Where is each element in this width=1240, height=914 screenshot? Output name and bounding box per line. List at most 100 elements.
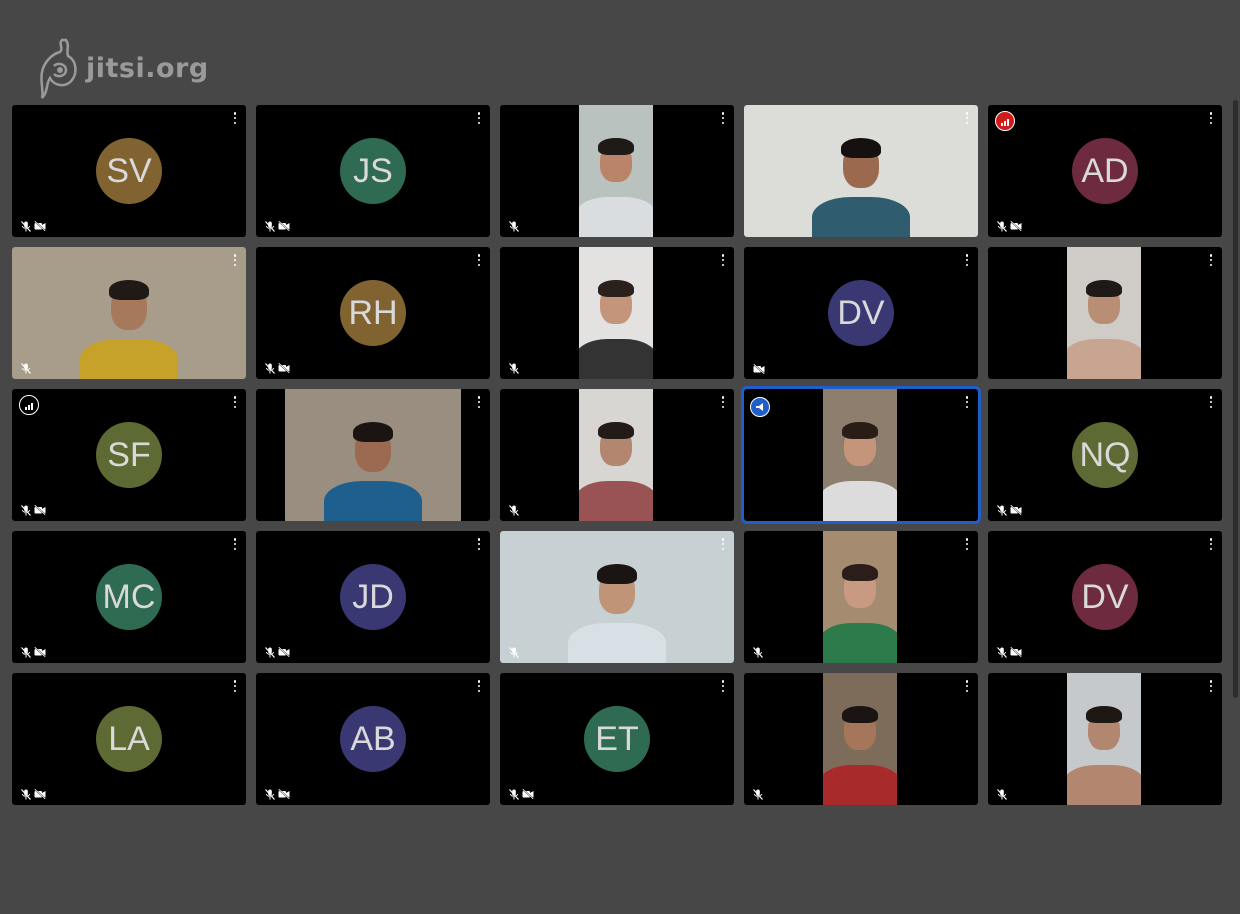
more-options-icon[interactable] [962, 537, 972, 551]
participant-tile[interactable] [744, 673, 978, 805]
more-options-icon[interactable] [230, 253, 240, 267]
more-options-icon[interactable] [474, 395, 484, 409]
connection-indicator-icon[interactable] [995, 111, 1015, 131]
mic-muted-icon [21, 789, 31, 800]
more-options-icon[interactable] [1206, 679, 1216, 693]
connection-indicator-icon[interactable] [19, 395, 39, 415]
more-options-icon[interactable] [718, 679, 728, 693]
participant-tile[interactable] [744, 105, 978, 237]
participant-tile[interactable]: SF [12, 389, 246, 521]
participant-avatar: RH [340, 280, 406, 346]
participant-avatar: AB [340, 706, 406, 772]
mic-muted-icon [265, 647, 275, 658]
participant-avatar: SF [96, 422, 162, 488]
participant-video [579, 247, 653, 379]
mic-muted-icon [21, 221, 31, 232]
more-options-icon[interactable] [1206, 253, 1216, 267]
camera-off-icon [34, 221, 46, 231]
participant-tile[interactable] [500, 247, 734, 379]
participant-tile[interactable]: NQ [988, 389, 1222, 521]
more-options-icon[interactable] [1206, 111, 1216, 125]
participant-avatar: SV [96, 138, 162, 204]
more-options-icon[interactable] [718, 111, 728, 125]
participant-avatar: JS [340, 138, 406, 204]
grid-scrollbar[interactable] [1233, 100, 1238, 698]
status-indicators [509, 363, 519, 374]
mic-muted-icon [753, 789, 763, 800]
participant-tile[interactable]: DV [988, 531, 1222, 663]
more-options-icon[interactable] [230, 679, 240, 693]
status-indicators [997, 789, 1007, 800]
camera-off-icon [34, 647, 46, 657]
participant-tile[interactable]: JS [256, 105, 490, 237]
more-options-icon[interactable] [474, 111, 484, 125]
status-indicators [753, 647, 763, 658]
participant-tile[interactable] [500, 531, 734, 663]
participant-tile[interactable]: AD [988, 105, 1222, 237]
participant-tile[interactable] [500, 389, 734, 521]
participant-tile[interactable] [500, 105, 734, 237]
more-options-icon[interactable] [962, 679, 972, 693]
mic-muted-icon [997, 505, 1007, 516]
participant-tile[interactable]: ET [500, 673, 734, 805]
participant-tile[interactable] [12, 247, 246, 379]
more-options-icon[interactable] [962, 395, 972, 409]
participant-tile[interactable] [744, 389, 978, 521]
more-options-icon[interactable] [718, 395, 728, 409]
more-options-icon[interactable] [962, 253, 972, 267]
mic-muted-icon [997, 789, 1007, 800]
camera-off-icon [278, 221, 290, 231]
participant-tile[interactable]: LA [12, 673, 246, 805]
status-indicators [21, 789, 46, 800]
participant-tile[interactable]: MC [12, 531, 246, 663]
participant-video [823, 389, 897, 521]
more-options-icon[interactable] [718, 253, 728, 267]
participant-video [579, 389, 653, 521]
participant-tile[interactable]: JD [256, 531, 490, 663]
status-indicators [21, 647, 46, 658]
participant-avatar: JD [340, 564, 406, 630]
participant-video [823, 673, 897, 805]
camera-off-icon [278, 363, 290, 373]
more-options-icon[interactable] [962, 111, 972, 125]
participant-avatar: DV [828, 280, 894, 346]
participant-tile[interactable]: DV [744, 247, 978, 379]
more-options-icon[interactable] [1206, 395, 1216, 409]
camera-off-icon [1010, 505, 1022, 515]
camera-off-icon [278, 647, 290, 657]
camera-off-icon [753, 364, 765, 374]
participant-tile[interactable] [988, 247, 1222, 379]
more-options-icon[interactable] [1206, 537, 1216, 551]
participant-video [500, 531, 734, 663]
mic-muted-icon [997, 647, 1007, 658]
participant-avatar: LA [96, 706, 162, 772]
more-options-icon[interactable] [474, 679, 484, 693]
participant-tile[interactable]: RH [256, 247, 490, 379]
more-options-icon[interactable] [474, 537, 484, 551]
participant-tile[interactable]: SV [12, 105, 246, 237]
status-indicators [997, 647, 1022, 658]
mic-muted-icon [21, 647, 31, 658]
more-options-icon[interactable] [230, 395, 240, 409]
participant-tile[interactable] [744, 531, 978, 663]
participant-tile[interactable] [256, 389, 490, 521]
status-indicators [265, 221, 290, 232]
participant-avatar: NQ [1072, 422, 1138, 488]
status-indicators [753, 364, 765, 374]
participant-tile[interactable] [988, 673, 1222, 805]
mic-muted-icon [753, 647, 763, 658]
mic-muted-icon [509, 363, 519, 374]
camera-off-icon [34, 789, 46, 799]
jitsi-logo[interactable]: jitsi.org [36, 36, 209, 100]
more-options-icon[interactable] [718, 537, 728, 551]
mic-muted-icon [509, 221, 519, 232]
mic-muted-icon [509, 647, 519, 658]
participant-video [1067, 247, 1141, 379]
mic-muted-icon [265, 221, 275, 232]
more-options-icon[interactable] [474, 253, 484, 267]
participant-tile[interactable]: AB [256, 673, 490, 805]
more-options-icon[interactable] [230, 537, 240, 551]
status-indicators [21, 505, 46, 516]
more-options-icon[interactable] [230, 111, 240, 125]
status-indicators [997, 505, 1022, 516]
